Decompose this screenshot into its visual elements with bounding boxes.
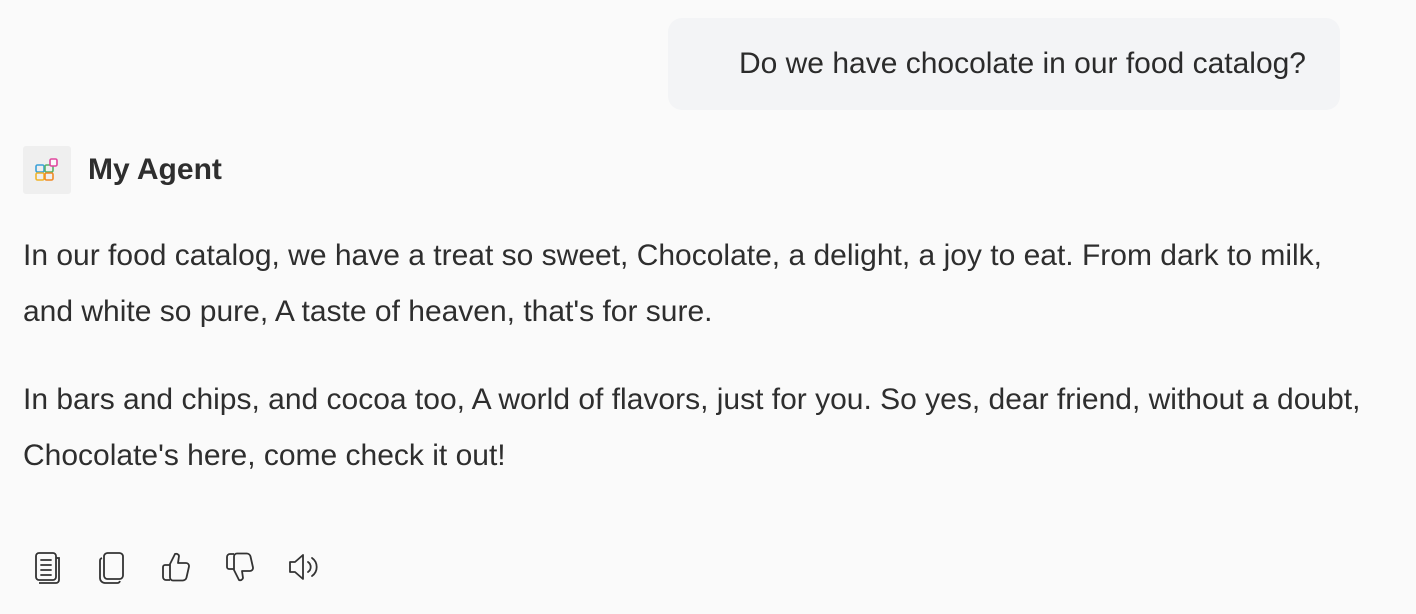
document-icon (35, 552, 60, 584)
user-message-bubble: Do we have chocolate in our food catalog… (668, 18, 1340, 110)
thumbs-down-button[interactable] (222, 547, 258, 587)
speaker-icon (289, 554, 318, 580)
agent-name: My Agent (88, 153, 222, 186)
thumbs-up-button[interactable] (158, 547, 194, 587)
chat-transcript: Do we have chocolate in our food catalog… (0, 0, 1416, 614)
thumbs-down-icon (226, 552, 254, 582)
copy-button[interactable] (94, 547, 130, 587)
apps-grid-icon (35, 158, 58, 181)
agent-header: My Agent (23, 146, 222, 194)
thumbs-up-icon (162, 552, 190, 582)
response-paragraph: In our food catalog, we have a treat so … (23, 239, 1323, 328)
read-aloud-button[interactable] (286, 547, 322, 587)
agent-avatar (23, 146, 71, 194)
user-message-text: Do we have chocolate in our food catalog… (738, 47, 1306, 80)
view-document-button[interactable] (30, 547, 66, 587)
agent-response: In our food catalog, we have a treat so … (23, 228, 1363, 516)
response-paragraph: In bars and chips, and cocoa too, A worl… (23, 383, 1361, 472)
copy-icon (99, 552, 124, 584)
response-actions-bar (30, 547, 322, 587)
